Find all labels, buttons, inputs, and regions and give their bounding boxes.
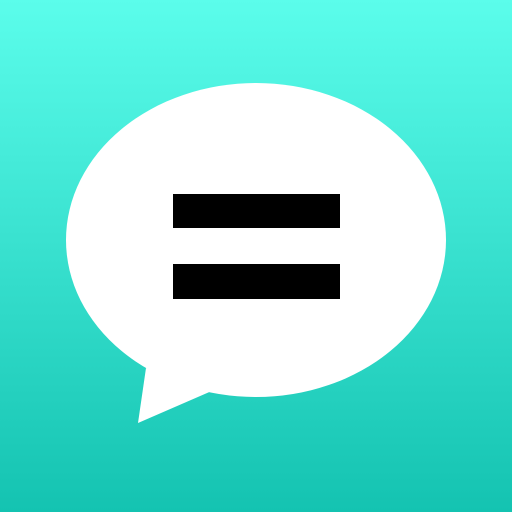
chat-bubble-equals-icon [0,0,512,512]
app-icon[interactable] [0,0,512,512]
speech-bubble-body [66,83,446,397]
equals-bar-top [173,194,340,228]
equals-bar-bottom [173,264,340,299]
